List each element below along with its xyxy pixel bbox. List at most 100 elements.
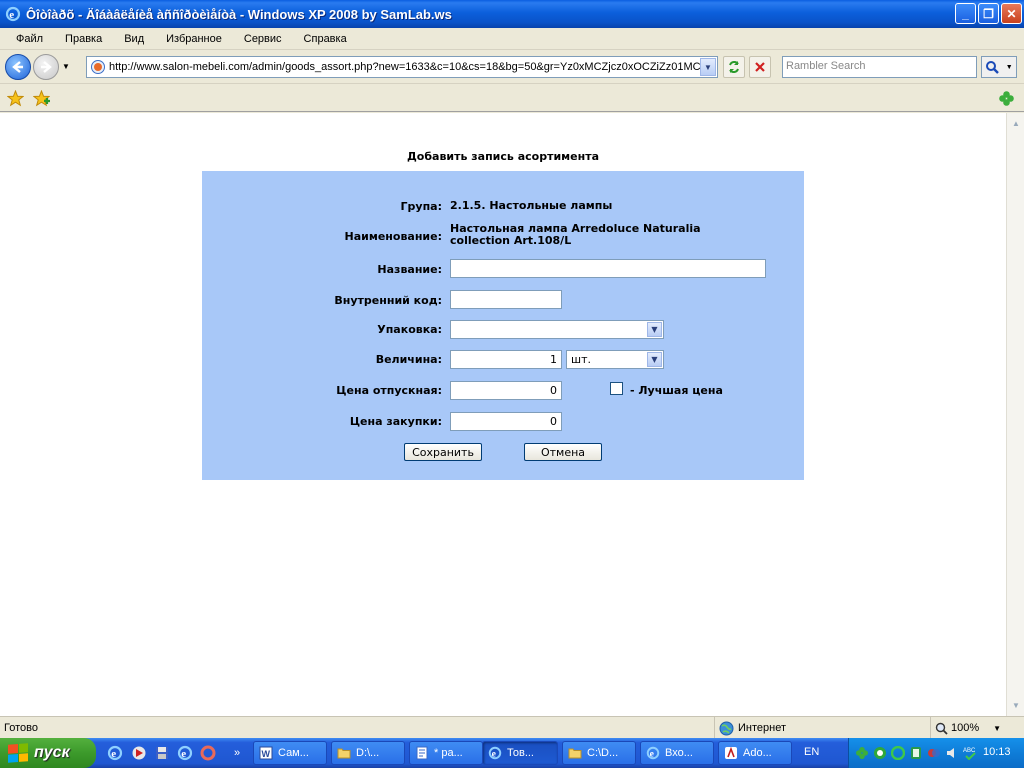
quick-launch-ie2-icon[interactable]: e	[176, 744, 194, 762]
language-indicator[interactable]: EN	[804, 746, 819, 758]
zoom-control[interactable]: 100% ▼	[930, 717, 1024, 739]
menu-file[interactable]: Файл	[12, 31, 47, 47]
quick-launch-opera-icon[interactable]	[199, 744, 217, 762]
quick-launch-save-icon[interactable]	[153, 744, 171, 762]
tray-volume-icon[interactable]	[943, 744, 961, 762]
svg-text:W: W	[262, 749, 271, 759]
quick-launch-ie-icon[interactable]: e	[106, 744, 124, 762]
task-document[interactable]: * ра...	[409, 741, 483, 765]
cancel-button[interactable]: Отмена	[524, 443, 602, 461]
tray-green-icon[interactable]	[871, 744, 889, 762]
task-adobe[interactable]: Ado...	[718, 741, 792, 765]
status-text: Готово	[4, 722, 38, 734]
status-bar: Готово Интернет 100% ▼	[0, 716, 1024, 739]
menu-edit[interactable]: Правка	[61, 31, 106, 47]
chevron-down-icon[interactable]: ▼	[647, 352, 662, 367]
add-favorite-icon[interactable]	[32, 89, 50, 107]
search-button[interactable]: ▼	[981, 56, 1017, 78]
purchase-price-input[interactable]: 0	[450, 412, 562, 431]
arrow-right-icon	[41, 61, 52, 73]
ie-icon: e	[4, 5, 22, 23]
chevron-down-icon[interactable]: ▼	[993, 724, 1001, 733]
stop-icon	[755, 62, 765, 72]
scroll-down-icon[interactable]: ▼	[1008, 697, 1024, 713]
clover-icon[interactable]	[997, 89, 1015, 107]
vertical-scrollbar[interactable]: ▲ ▼	[1006, 113, 1024, 716]
back-button[interactable]	[5, 54, 31, 80]
group-label: Група:	[400, 200, 442, 213]
globe-icon	[719, 721, 734, 735]
page-title: Добавить запись асортимента	[406, 150, 600, 163]
document-icon	[414, 745, 430, 761]
svg-text:e: e	[111, 748, 116, 760]
svg-text:e: e	[492, 749, 497, 760]
scroll-up-icon[interactable]: ▲	[1008, 115, 1024, 131]
sale-price-input[interactable]: 0	[450, 381, 562, 400]
history-dropdown-icon[interactable]: ▼	[62, 62, 70, 71]
title-input[interactable]	[450, 259, 766, 278]
address-field[interactable]: http://www.salon-mebeli.com/admin/goods_…	[86, 56, 718, 78]
arrow-left-icon	[12, 61, 23, 73]
close-button[interactable]: ✕	[1001, 3, 1022, 24]
tray-spellcheck-icon[interactable]: ABC	[961, 744, 979, 762]
forward-button[interactable]	[33, 54, 59, 80]
save-button[interactable]: Сохранить	[404, 443, 482, 461]
chevron-down-icon[interactable]: ▼	[647, 322, 662, 337]
system-tray: ABC 10:13	[848, 738, 1024, 768]
clock[interactable]: 10:13	[983, 746, 1011, 758]
task-ie-active[interactable]: e Тов...	[482, 741, 558, 765]
refresh-icon	[729, 61, 739, 73]
task-label: Сам...	[278, 747, 309, 759]
task-ie-inbox[interactable]: e Вхо...	[640, 741, 714, 765]
task-folder-d[interactable]: D:\...	[331, 741, 405, 765]
ie-icon: e	[645, 745, 661, 761]
menu-tools[interactable]: Сервис	[240, 31, 286, 47]
menu-favorites[interactable]: Избранное	[162, 31, 226, 47]
menu-view[interactable]: Вид	[120, 31, 148, 47]
tray-network-icon[interactable]	[925, 744, 943, 762]
windows-logo-icon	[8, 743, 28, 763]
word-icon: W	[258, 745, 274, 761]
search-icon	[986, 61, 1000, 74]
sale-price-label: Цена отпускная:	[336, 384, 442, 397]
maximize-button[interactable]: ❐	[978, 3, 999, 24]
ie-icon: e	[487, 745, 503, 761]
svg-text:e: e	[9, 9, 14, 21]
url-text[interactable]: http://www.salon-mebeli.com/admin/goods_…	[109, 61, 700, 73]
menu-help[interactable]: Справка	[300, 31, 351, 47]
stop-button[interactable]	[749, 56, 771, 78]
quick-launch-overflow-icon[interactable]: »	[228, 744, 246, 762]
menu-bar: Файл Правка Вид Избранное Сервис Справка	[0, 28, 1024, 50]
minimize-button[interactable]: _	[955, 3, 976, 24]
task-folder-c[interactable]: C:\D...	[562, 741, 636, 765]
unit-select[interactable]: шт. ▼	[566, 350, 664, 369]
size-label: Величина:	[375, 353, 442, 366]
security-zone: Интернет	[714, 717, 928, 739]
zone-text: Интернет	[738, 722, 786, 734]
tray-clover-icon[interactable]	[853, 744, 871, 762]
window-title: Ôîòîàðõ - Äîáàâëåíèå àññîðòèìåíòà - Wind…	[26, 6, 452, 22]
package-select[interactable]: ▼	[450, 320, 664, 339]
svg-text:e: e	[650, 749, 655, 760]
search-options-icon[interactable]: ▼	[1006, 64, 1013, 71]
size-input[interactable]: 1	[450, 350, 562, 369]
chevron-down-icon[interactable]: ▼	[700, 58, 716, 76]
group-value: 2.1.5. Настольные лампы	[450, 199, 613, 212]
refresh-button[interactable]	[723, 56, 745, 78]
title-bar: e Ôîòîàðõ - Äîáàâëåíèå àññîðòèìåíòà - Wi…	[0, 0, 1024, 28]
favorites-star-icon[interactable]	[6, 89, 24, 107]
tray-shield-icon[interactable]	[889, 744, 907, 762]
task-label: Ado...	[743, 747, 772, 759]
task-word[interactable]: W Сам...	[253, 741, 327, 765]
task-label: C:\D...	[587, 747, 619, 759]
code-input[interactable]	[450, 290, 562, 309]
start-label: пуск	[34, 744, 70, 761]
folder-icon	[336, 745, 352, 761]
start-button[interactable]: пуск	[0, 738, 96, 768]
best-price-checkbox[interactable]	[610, 382, 623, 395]
tray-antivirus-icon[interactable]	[907, 744, 925, 762]
unit-value: шт.	[571, 353, 591, 366]
page-icon	[89, 58, 107, 76]
quick-launch-media-icon[interactable]	[130, 744, 148, 762]
search-input[interactable]: Rambler Search	[782, 56, 977, 78]
